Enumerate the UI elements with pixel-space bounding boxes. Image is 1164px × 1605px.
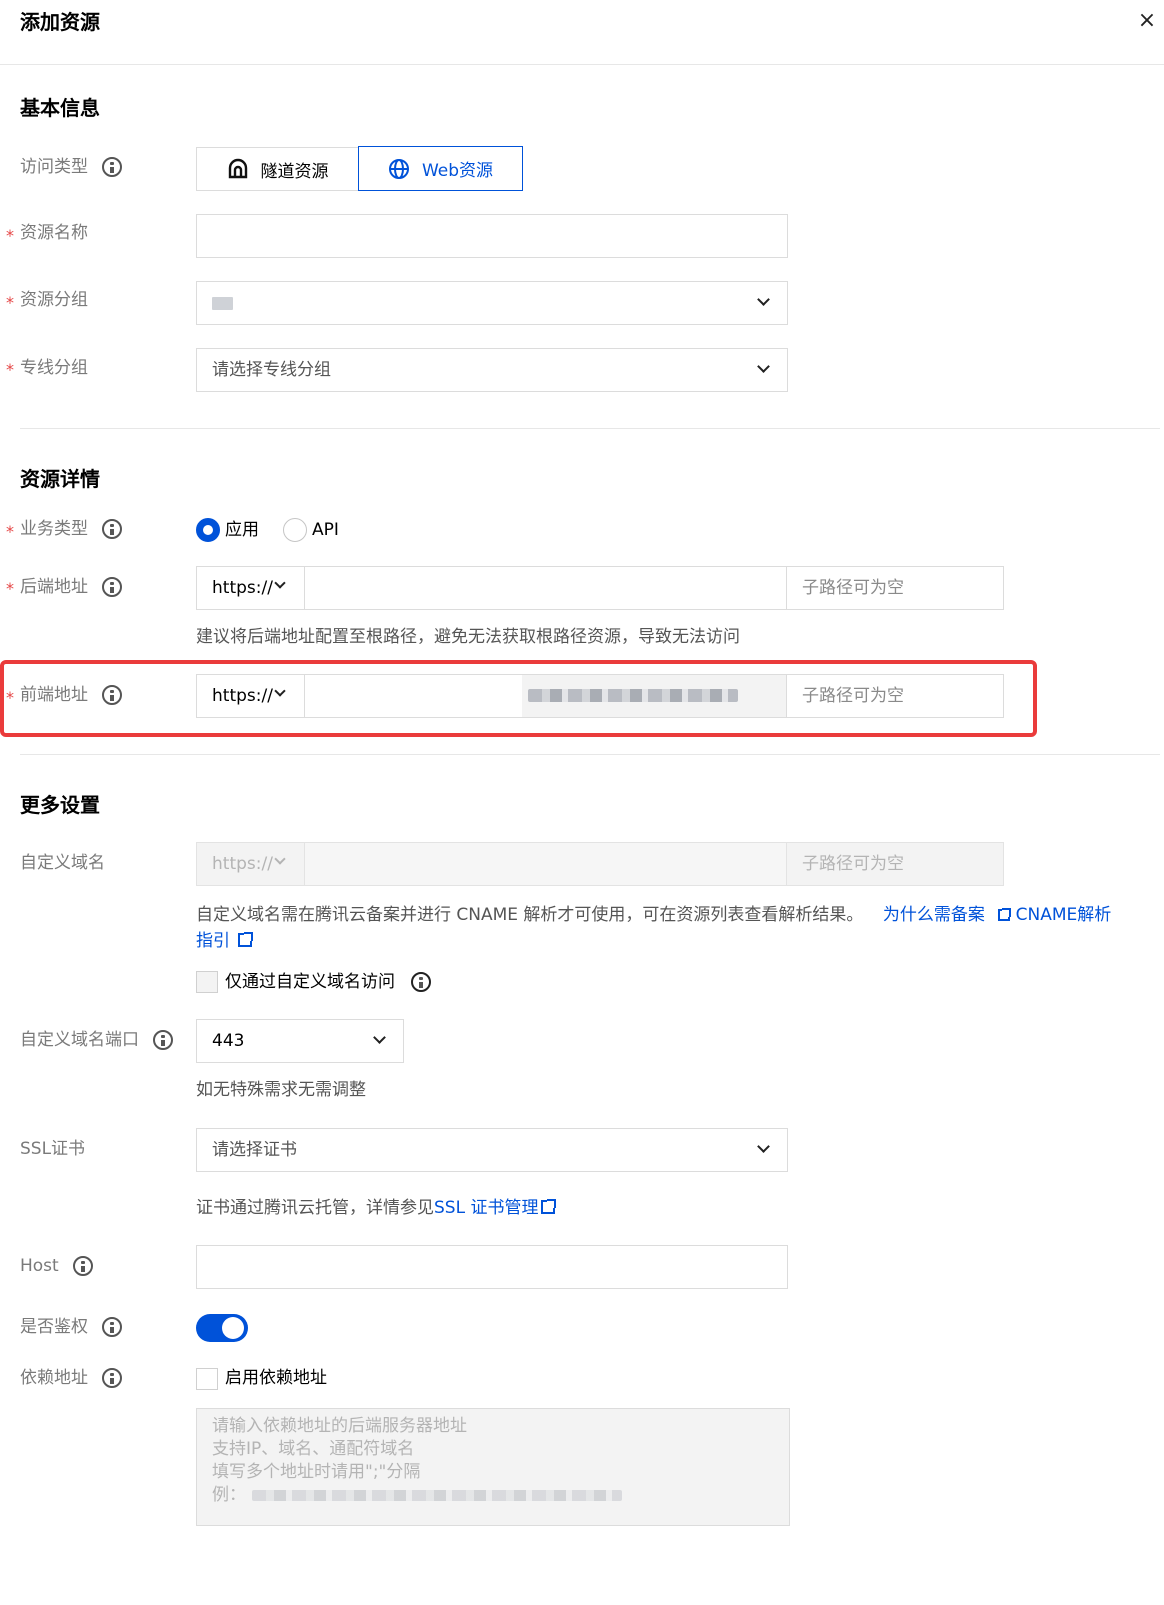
frontend-protocol-select[interactable]: https:// xyxy=(197,675,305,717)
ssl-select[interactable]: 请选择证书 xyxy=(196,1128,788,1172)
redacted-example xyxy=(252,1490,622,1501)
external-link-icon xyxy=(541,1199,557,1214)
resource-name-input[interactable] xyxy=(196,214,788,258)
ssl-hint: 证书通过腾讯云托管，详情参见SSL 证书管理 xyxy=(196,1196,557,1220)
ssl-manage-link[interactable]: SSL 证书管理 xyxy=(434,1198,538,1218)
chevron-down-icon xyxy=(757,360,770,373)
host-input[interactable] xyxy=(196,1245,788,1289)
radio-app-label: 应用 xyxy=(225,520,259,540)
custom-domain-protocol-select: https:// xyxy=(197,843,305,885)
section-title-basic: 基本信息 xyxy=(20,96,100,120)
backend-address-label: 后端地址 xyxy=(20,575,122,599)
frontend-address-group: https:// 子路径可为空 xyxy=(196,674,1004,718)
chevron-down-icon xyxy=(757,1140,770,1153)
auth-toggle[interactable] xyxy=(196,1314,248,1342)
access-type-tunnel-button[interactable]: 隧道资源 xyxy=(196,147,359,191)
info-icon[interactable] xyxy=(102,685,122,705)
backend-hint: 建议将后端地址配置至根路径，避免无法获取根路径资源，导致无法访问 xyxy=(196,627,740,647)
header-divider xyxy=(0,64,1164,65)
info-icon[interactable] xyxy=(411,972,431,992)
section-title-details: 资源详情 xyxy=(20,467,100,491)
radio-api-label: API xyxy=(312,520,339,540)
chevron-down-icon xyxy=(274,577,286,589)
custom-domain-group: https:// 子路径可为空 xyxy=(196,842,1004,886)
dependency-placeholder: 请输入依赖地址的后端服务器地址 支持IP、域名、通配符域名 填写多个地址时请用"… xyxy=(212,1415,622,1507)
globe-icon xyxy=(388,158,409,179)
required-mark: * xyxy=(6,579,14,598)
radio-api[interactable] xyxy=(283,518,307,542)
custom-port-hint: 如无特殊需求无需调整 xyxy=(196,1080,366,1100)
select-placeholder: 请选择专线分组 xyxy=(212,360,331,380)
section-divider xyxy=(20,754,1160,755)
section-divider xyxy=(20,428,1160,429)
cname-guide-link-part1[interactable]: CNAME解析 xyxy=(1016,905,1112,925)
custom-port-label: 自定义域名端口 xyxy=(20,1028,173,1052)
backend-address-group: https:// 子路径可为空 xyxy=(196,566,1004,610)
backend-protocol-select[interactable]: https:// xyxy=(197,567,305,609)
frontend-domain-suffix xyxy=(522,675,786,717)
dependency-checkbox[interactable] xyxy=(196,1368,218,1390)
toggle-knob xyxy=(222,1317,244,1339)
resource-group-select[interactable] xyxy=(196,281,788,325)
info-icon[interactable] xyxy=(102,577,122,597)
info-icon[interactable] xyxy=(102,1317,122,1337)
backend-host-input[interactable] xyxy=(305,567,786,609)
custom-domain-hint: 自定义域名需在腾讯云备案并进行 CNAME 解析才可使用，可在资源列表查看解析结… xyxy=(196,905,1112,951)
custom-domain-subpath-input: 子路径可为空 xyxy=(786,843,1004,885)
tunnel-icon xyxy=(228,158,247,179)
resource-name-label: 资源名称 xyxy=(20,223,88,243)
frontend-subpath-input[interactable]: 子路径可为空 xyxy=(786,675,1004,717)
backend-subpath-input[interactable]: 子路径可为空 xyxy=(786,567,1004,609)
external-link-icon xyxy=(998,908,1012,921)
info-icon[interactable] xyxy=(102,1368,122,1388)
business-type-label: 业务类型 xyxy=(20,517,122,541)
external-link-icon xyxy=(238,932,254,947)
required-mark: * xyxy=(6,688,14,707)
dependency-checkbox-label: 启用依赖地址 xyxy=(225,1368,327,1388)
only-custom-domain-checkbox[interactable] xyxy=(196,971,218,993)
info-icon[interactable] xyxy=(72,1256,93,1276)
chevron-down-icon xyxy=(757,293,770,306)
section-title-more: 更多设置 xyxy=(20,793,100,817)
info-icon[interactable] xyxy=(153,1030,173,1050)
dependency-textarea[interactable]: 请输入依赖地址的后端服务器地址 支持IP、域名、通配符域名 填写多个地址时请用"… xyxy=(196,1408,790,1526)
line-group-select[interactable]: 请选择专线分组 xyxy=(196,348,788,392)
resource-group-label: 资源分组 xyxy=(20,290,88,310)
info-icon[interactable] xyxy=(102,157,122,177)
radio-app[interactable] xyxy=(196,518,220,542)
access-type-label: 访问类型 xyxy=(20,155,122,179)
dialog-title: 添加资源 xyxy=(20,10,100,34)
close-icon[interactable]: × xyxy=(1136,10,1158,32)
custom-port-select[interactable]: 443 xyxy=(196,1019,404,1063)
auth-label: 是否鉴权 xyxy=(20,1315,122,1339)
info-icon[interactable] xyxy=(102,519,122,539)
why-filing-link[interactable]: 为什么需备案 xyxy=(883,905,985,925)
chevron-down-icon xyxy=(274,853,286,865)
required-mark: * xyxy=(6,360,14,379)
required-mark: * xyxy=(6,293,14,312)
custom-domain-label: 自定义域名 xyxy=(20,853,105,873)
required-mark: * xyxy=(6,522,14,541)
required-mark: * xyxy=(6,226,14,245)
only-custom-domain-label: 仅通过自定义域名访问 xyxy=(225,972,395,992)
cname-guide-link-part2[interactable]: 指引 xyxy=(196,931,230,951)
dependency-label: 依赖地址 xyxy=(20,1366,122,1390)
line-group-label: 专线分组 xyxy=(20,358,88,378)
redacted-value xyxy=(528,689,738,702)
ssl-label: SSL证书 xyxy=(20,1139,86,1159)
redacted-value xyxy=(212,297,233,310)
frontend-host-input[interactable] xyxy=(305,675,522,717)
chevron-down-icon xyxy=(373,1031,386,1044)
chevron-down-icon xyxy=(274,685,286,697)
frontend-address-label: 前端地址 xyxy=(20,683,122,707)
custom-domain-input xyxy=(305,843,786,885)
access-type-web-button[interactable]: Web资源 xyxy=(358,146,523,191)
host-label: Host xyxy=(20,1254,93,1278)
